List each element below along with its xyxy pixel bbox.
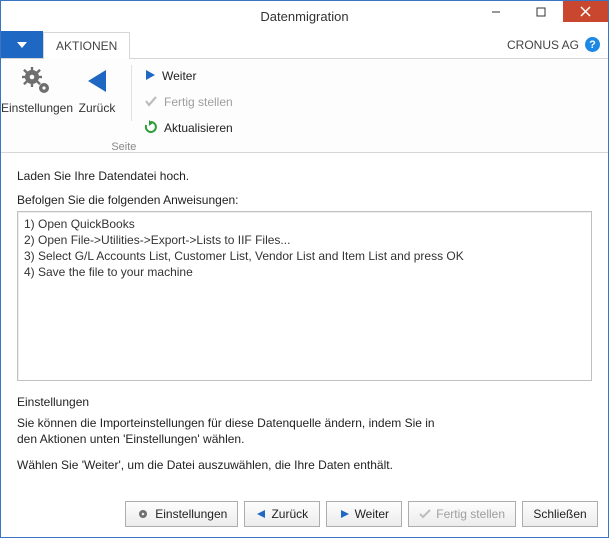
footer-buttons: Einstellungen Zurück Weiter Fertig stell… [1, 495, 608, 537]
back-arrow-icon [256, 509, 266, 519]
maximize-button[interactable] [518, 1, 563, 22]
company-name: CRONUS AG [507, 38, 579, 52]
lead-text-1: Laden Sie Ihre Datendatei hoch. [17, 169, 592, 183]
footer-close-label: Schließen [533, 507, 586, 521]
footer-back-button[interactable]: Zurück [244, 501, 320, 527]
footer-settings-label: Einstellungen [155, 507, 227, 521]
back-arrow-icon [82, 63, 112, 99]
window-controls [473, 1, 608, 22]
check-icon [419, 509, 431, 519]
next-paragraph: Wählen Sie 'Weiter', um die Datei auszuw… [17, 457, 437, 473]
play-icon [144, 69, 156, 84]
ribbon-body: Einstellungen Zurück Weiter [1, 59, 608, 153]
ribbon-separator [131, 65, 132, 121]
settings-paragraph: Sie können die Importeinstellungen für d… [17, 415, 437, 447]
help-icon[interactable]: ? [585, 37, 600, 52]
content-area: Laden Sie Ihre Datendatei hoch. Befolgen… [1, 153, 608, 495]
title-bar: Datenmigration [1, 1, 608, 31]
check-icon [144, 95, 158, 110]
tab-actions[interactable]: AKTIONEN [43, 32, 130, 59]
footer-settings-button[interactable]: Einstellungen [125, 501, 238, 527]
play-icon [340, 509, 350, 519]
footer-next-label: Weiter [355, 507, 389, 521]
ribbon-finish-label: Fertig stellen [164, 95, 233, 109]
ribbon-back-button[interactable]: Zurück [67, 61, 127, 139]
ribbon-tabs: AKTIONEN CRONUS AG ? [1, 31, 608, 59]
close-button[interactable] [563, 1, 608, 22]
ribbon-next-label: Weiter [162, 69, 196, 83]
footer-back-label: Zurück [271, 507, 308, 521]
minimize-button[interactable] [473, 1, 518, 22]
gear-icon [136, 507, 150, 521]
footer-close-button[interactable]: Schließen [522, 501, 598, 527]
gear-icon [20, 63, 54, 99]
ribbon-next-button[interactable]: Weiter [140, 65, 237, 87]
instructions-textbox[interactable]: 1) Open QuickBooks 2) Open File->Utiliti… [17, 211, 592, 381]
ribbon-back-label: Zurück [79, 101, 116, 115]
ribbon-right: CRONUS AG ? [507, 31, 608, 58]
settings-header: Einstellungen [17, 395, 592, 409]
ribbon-settings-label: Einstellungen [1, 101, 73, 115]
ribbon-settings-button[interactable]: Einstellungen [7, 61, 67, 139]
lead-text-2: Befolgen Sie die folgenden Anweisungen: [17, 193, 592, 207]
app-window: Datenmigration AKTIONEN CRONUS AG ? [0, 0, 609, 538]
footer-finish-label: Fertig stellen [436, 507, 505, 521]
footer-finish-button: Fertig stellen [408, 501, 516, 527]
file-menu-tab[interactable] [1, 31, 43, 58]
footer-next-button[interactable]: Weiter [326, 501, 402, 527]
ribbon-finish-button: Fertig stellen [140, 91, 237, 113]
ribbon-refresh-button[interactable]: Aktualisieren [140, 117, 237, 139]
ribbon-refresh-label: Aktualisieren [164, 121, 233, 135]
refresh-icon [144, 120, 158, 137]
